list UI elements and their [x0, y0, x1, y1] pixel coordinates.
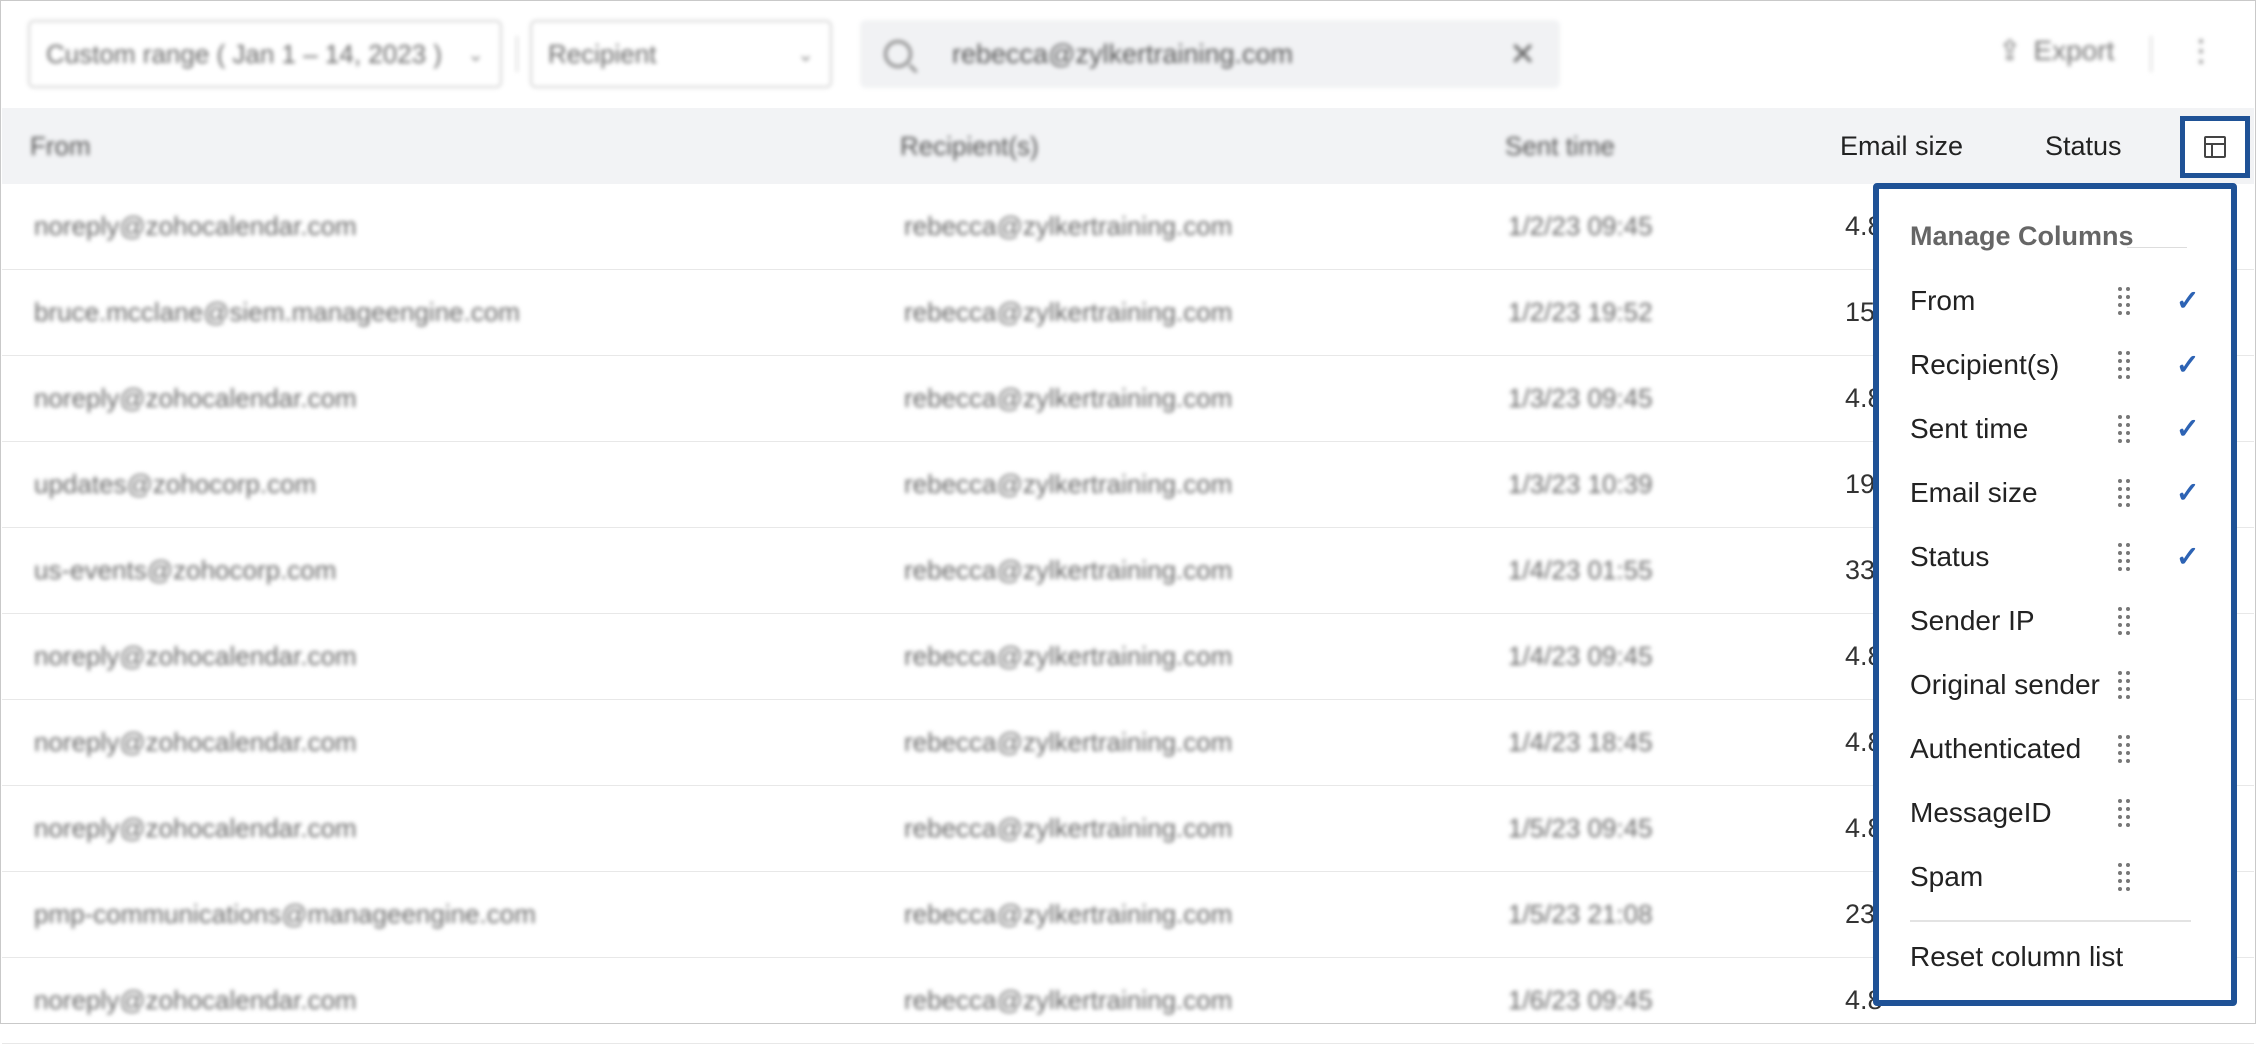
column-option[interactable]: Spam: [1910, 845, 2210, 909]
popover-title: Manage Columns: [1910, 221, 2134, 251]
export-button[interactable]: ⇪ Export: [1998, 34, 2114, 67]
cell-from: noreply@zohocalendar.com: [34, 211, 357, 241]
drag-handle-icon[interactable]: [2118, 799, 2132, 827]
column-option[interactable]: Authenticated: [1910, 717, 2210, 781]
cell-email-size: 15: [1845, 297, 1876, 327]
cell-from: updates@zohocorp.com: [34, 469, 317, 499]
drag-handle-icon[interactable]: [2118, 479, 2132, 507]
toolbar-divider: [516, 36, 518, 72]
toolbar-divider: [2150, 36, 2152, 72]
check-icon: ✓: [2176, 413, 2200, 444]
cell-email-size: 33: [1845, 555, 1876, 585]
cell-recipient: rebecca@zylkertraining.com: [904, 383, 1233, 413]
drag-handle-icon[interactable]: [2118, 287, 2132, 315]
chevron-down-icon: ⌄: [797, 43, 814, 66]
column-option[interactable]: Recipient(s) ✓: [1910, 333, 2210, 397]
cell-sent-time: 1/4/23 01:55: [1508, 555, 1653, 585]
column-option-label: Original sender: [1910, 669, 2100, 700]
filter-by-label: Recipient: [548, 38, 657, 69]
column-option[interactable]: Original sender: [1910, 653, 2210, 717]
date-range-dropdown[interactable]: Custom range ( Jan 1 – 14, 2023 ) ⌄: [28, 20, 502, 88]
cell-sent-time: 1/4/23 09:45: [1508, 641, 1653, 671]
cell-sent-time: 1/4/23 18:45: [1508, 727, 1653, 757]
cell-recipient: rebecca@zylkertraining.com: [904, 641, 1233, 671]
header-status[interactable]: Status: [2045, 108, 2122, 184]
cell-recipient: rebecca@zylkertraining.com: [904, 469, 1233, 499]
check-icon: ✓: [2176, 349, 2200, 380]
cell-from: pmp-communications@manageengine.com: [34, 899, 536, 929]
divider: [2127, 247, 2187, 248]
chevron-down-icon: ⌄: [467, 43, 484, 66]
drag-handle-icon[interactable]: [2118, 351, 2132, 379]
column-option-label: Sent time: [1910, 413, 2029, 444]
cell-from: noreply@zohocalendar.com: [34, 727, 357, 757]
column-option[interactable]: Status ✓: [1910, 525, 2210, 589]
header-email-size[interactable]: Email size: [1840, 108, 1963, 184]
reset-column-list-button[interactable]: Reset column list: [1910, 941, 2123, 973]
cell-sent-time: 1/6/23 09:45: [1508, 985, 1653, 1015]
cell-sent-time: 1/2/23 09:45: [1508, 211, 1653, 241]
check-icon: ✓: [2176, 477, 2200, 508]
header-recipients[interactable]: Recipient(s): [900, 108, 1039, 184]
drag-handle-icon[interactable]: [2118, 415, 2132, 443]
cell-recipient: rebecca@zylkertraining.com: [904, 555, 1233, 585]
cell-sent-time: 1/3/23 10:39: [1508, 469, 1653, 499]
cell-recipient: rebecca@zylkertraining.com: [904, 211, 1233, 241]
column-option[interactable]: MessageID: [1910, 781, 2210, 845]
drag-handle-icon[interactable]: [2118, 607, 2132, 635]
cell-recipient: rebecca@zylkertraining.com: [904, 985, 1233, 1015]
search-value: rebecca@zylkertraining.com: [952, 38, 1294, 69]
cell-email-size: 23: [1845, 899, 1876, 929]
header-from[interactable]: From: [30, 108, 91, 184]
drag-handle-icon[interactable]: [2118, 543, 2132, 571]
cell-email-size: 19: [1845, 469, 1876, 499]
date-range-label: Custom range ( Jan 1 – 14, 2023 ): [46, 38, 443, 69]
column-option-label: Status: [1910, 541, 1990, 572]
filter-by-dropdown[interactable]: Recipient ⌄: [530, 20, 832, 88]
search-icon: [884, 40, 912, 68]
cell-from: bruce.mcclane@siem.manageengine.com: [34, 297, 520, 327]
column-option-label: Recipient(s): [1910, 349, 2060, 380]
cell-recipient: rebecca@zylkertraining.com: [904, 727, 1233, 757]
column-option[interactable]: Sender IP: [1910, 589, 2210, 653]
cell-from: noreply@zohocalendar.com: [34, 985, 357, 1015]
close-icon[interactable]: ✕: [1509, 35, 1536, 73]
toolbar: Custom range ( Jan 1 – 14, 2023 ) ⌄ Reci…: [0, 0, 2256, 108]
check-icon: ✓: [2176, 285, 2200, 316]
drag-handle-icon[interactable]: [2118, 735, 2132, 763]
columns-icon: [2204, 136, 2226, 158]
cell-from: us-events@zohocorp.com: [34, 555, 337, 585]
drag-handle-icon[interactable]: [2118, 671, 2132, 699]
cell-recipient: rebecca@zylkertraining.com: [904, 813, 1233, 843]
column-option-label: Spam: [1910, 861, 1984, 892]
column-option-label: From: [1910, 285, 1976, 316]
column-option[interactable]: Sent time ✓: [1910, 397, 2210, 461]
header-sent-time[interactable]: Sent time: [1505, 108, 1615, 184]
divider: [1910, 920, 2191, 922]
column-option[interactable]: From ✓: [1910, 269, 2210, 333]
column-option-label: Email size: [1910, 477, 2038, 508]
cell-from: noreply@zohocalendar.com: [34, 813, 357, 843]
column-option-label: MessageID: [1910, 797, 2052, 828]
column-option-label: Authenticated: [1910, 733, 2082, 764]
cell-sent-time: 1/2/23 19:52: [1508, 297, 1653, 327]
export-label: Export: [2033, 34, 2115, 66]
cell-recipient: rebecca@zylkertraining.com: [904, 899, 1233, 929]
more-vertical-icon[interactable]: ⋮: [2186, 34, 2216, 69]
manage-columns-button[interactable]: [2180, 116, 2250, 178]
cell-sent-time: 1/5/23 21:08: [1508, 899, 1653, 929]
table-header: From Recipient(s) Sent time Email size S…: [2, 108, 2254, 184]
cell-sent-time: 1/5/23 09:45: [1508, 813, 1653, 843]
drag-handle-icon[interactable]: [2118, 863, 2132, 891]
check-icon: ✓: [2176, 541, 2200, 572]
column-option[interactable]: Email size ✓: [1910, 461, 2210, 525]
column-option-label: Sender IP: [1910, 605, 2035, 636]
manage-columns-popover: Manage Columns From ✓ Recipient(s) ✓ Sent ti…: [1873, 183, 2237, 1006]
cell-from: noreply@zohocalendar.com: [34, 383, 357, 413]
export-icon: ⇪: [1998, 35, 2022, 66]
cell-sent-time: 1/3/23 09:45: [1508, 383, 1653, 413]
cell-from: noreply@zohocalendar.com: [34, 641, 357, 671]
cell-recipient: rebecca@zylkertraining.com: [904, 297, 1233, 327]
search-input[interactable]: rebecca@zylkertraining.com ✕: [860, 20, 1560, 88]
